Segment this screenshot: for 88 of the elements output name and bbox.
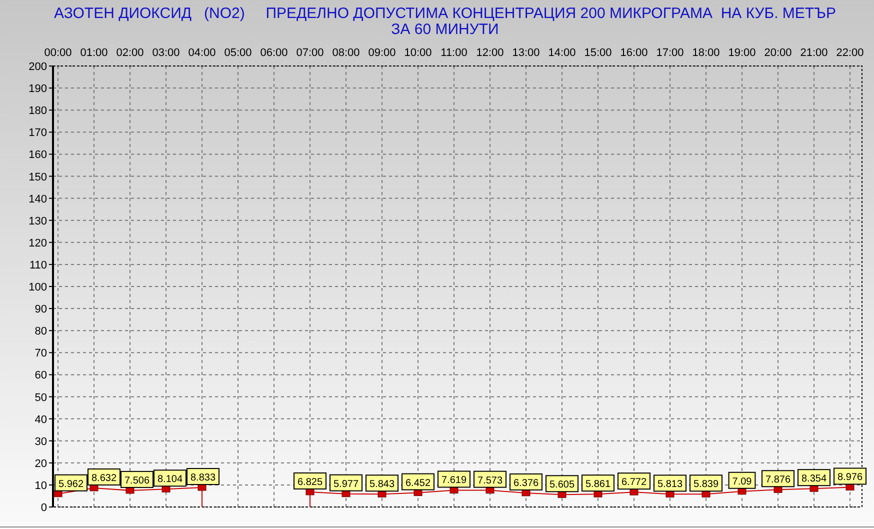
data-label: 5.962	[58, 478, 84, 490]
data-label: 8.632	[91, 472, 117, 484]
axis-tick-label: 05:00	[224, 47, 252, 59]
axis-tick-label: 110	[29, 259, 47, 272]
axis-tick-label: 30	[34, 436, 47, 448]
axis-tick-label: 130	[28, 215, 47, 228]
axis-tick-label: 80	[34, 326, 47, 338]
axis-tick-label: 90	[34, 304, 47, 316]
axis-tick-label: 07:00	[296, 47, 324, 59]
axis-tick-label: 190	[28, 83, 47, 96]
axis-tick-label: 14:00	[548, 47, 576, 59]
data-label: 6.376	[510, 473, 542, 490]
data-label: 7.573	[477, 475, 503, 486]
data-label: 6.452	[405, 478, 431, 489]
data-label: 6.376	[513, 478, 539, 489]
data-label: 5.962	[54, 474, 88, 492]
data-label: 5.813	[654, 474, 686, 492]
axis-tick-label: 16:00	[620, 47, 648, 59]
data-label: 6.772	[618, 472, 650, 490]
axis-tick-label: 06:00	[260, 47, 288, 59]
axis-tick-label: 13:00	[512, 47, 540, 59]
axis-tick-label: 09:00	[368, 47, 396, 59]
axis-tick-label: 160	[28, 149, 47, 162]
data-label: 7.573	[474, 470, 506, 488]
axis-tick-label: 08:00	[332, 47, 360, 59]
data-label: 7.506	[124, 475, 150, 486]
data-label: 7.876	[765, 474, 791, 486]
data-label: 6.825	[294, 472, 326, 490]
axis-tick-label: 17:00	[656, 47, 684, 59]
data-label: 5.605	[549, 480, 575, 491]
data-label: 8.104	[157, 474, 183, 486]
data-label: 8.976	[834, 468, 866, 485]
axis-tick-label: 10:00	[404, 47, 432, 59]
chart-title: ЗА 60 МИНУТИ	[391, 21, 499, 38]
chart-title: АЗОТЕН ДИОКСИД (NO2) ПРЕДЕЛНО ДОПУСТИМА КОНЦЕНТРАЦИЯ 200 МИКРОГРАМА НА КУБ. МЕТЪР	[54, 5, 836, 22]
data-label: 5.843	[369, 479, 395, 490]
data-label: 5.977	[330, 474, 362, 492]
axis-tick-label: 20:00	[764, 47, 792, 59]
data-label: 5.813	[657, 479, 683, 490]
data-label: 6.772	[621, 477, 647, 488]
data-label: 8.976	[837, 472, 863, 484]
axis-tick-label: 04:00	[188, 47, 216, 59]
axis-tick-label: 60	[34, 370, 47, 382]
data-label: 5.861	[582, 474, 614, 492]
data-label: 5.605	[546, 475, 578, 492]
axis-tick-label: 100	[28, 282, 47, 294]
axis-tick-label: 150	[28, 171, 47, 184]
data-label: 7.09	[728, 472, 756, 489]
data-label: 5.839	[693, 479, 719, 490]
data-label: 7.09	[732, 476, 752, 488]
axis-tick-label: 50	[34, 392, 47, 404]
data-label: 7.506	[120, 470, 154, 488]
data-label: 7.619	[441, 475, 467, 486]
axis-tick-label: 170	[28, 127, 47, 140]
axis-tick-label: 01:00	[80, 47, 108, 59]
data-label: 5.977	[333, 478, 359, 490]
axis-tick-label: 15:00	[584, 47, 612, 59]
axis-tick-label: 03:00	[152, 47, 180, 59]
data-label: 5.843	[366, 474, 398, 492]
axis-tick-label: 120	[28, 237, 47, 250]
data-label: 8.354	[798, 469, 830, 486]
data-label: 8.632	[88, 468, 120, 486]
axis-tick-label: 140	[28, 193, 47, 206]
axis-tick-label: 20	[34, 458, 47, 470]
axis-tick-label: 02:00	[116, 47, 144, 59]
data-label: 8.833	[186, 468, 220, 486]
axis-tick-label: 18:00	[692, 47, 720, 59]
data-label: 7.876	[762, 470, 794, 488]
axis-tick-label: 21:00	[800, 47, 828, 59]
axis-tick-label: 40	[34, 414, 47, 426]
axis-tick-label: 22:00	[836, 47, 864, 59]
axis-tick-label: 12:00	[476, 47, 504, 59]
axis-tick-label: 11:00	[440, 47, 468, 59]
data-label: 6.452	[402, 473, 434, 490]
axis-tick-label: 70	[34, 348, 47, 360]
data-label: 5.861	[585, 479, 611, 490]
axis-tick-label: 10	[34, 480, 47, 492]
axis-tick-label: 180	[28, 105, 47, 118]
data-label: 8.833	[190, 472, 216, 484]
axis-tick-label: 200	[28, 61, 47, 73]
data-label: 8.354	[801, 474, 827, 485]
axis-tick-label: 00:00	[44, 47, 72, 59]
data-label: 8.104	[154, 470, 186, 487]
data-label: 5.839	[690, 474, 722, 492]
data-label: 6.825	[297, 476, 323, 488]
axis-tick-label: 0	[40, 502, 47, 514]
axis-tick-label: 19:00	[728, 47, 756, 59]
data-label: 7.619	[438, 470, 470, 488]
